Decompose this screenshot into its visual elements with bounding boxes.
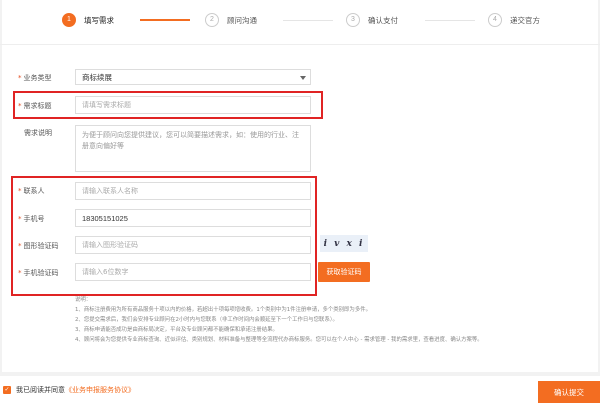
captcha-input[interactable]: 请输入图形验证码 [75, 236, 311, 254]
step-connector [425, 20, 475, 21]
captcha-placeholder: 请输入图形验证码 [82, 241, 138, 249]
step-label: 顾问沟通 [227, 15, 257, 25]
step-label: 递交官方 [510, 15, 540, 25]
note-item: 4、顾问将会为您提供专业商标查询、近似评估、类别规划、材料准备与整理等全流程代办… [75, 337, 483, 343]
captcha-label: * 图形验证码 [18, 242, 59, 250]
contact-label: * 联系人 [18, 187, 45, 195]
progress-stepper: 1 填写需求 2 顾问沟通 3 确认支付 4 递交官方 [0, 0, 600, 44]
step-label: 确认支付 [368, 15, 398, 25]
description-textarea[interactable]: 为便于顾问向您提供建议，您可以简要描述需求，如：使用的行业、注册意向偏好等 [75, 125, 311, 172]
title-label: * 需求标题 [18, 102, 52, 110]
notes-heading: 说明： [75, 297, 92, 303]
title-placeholder: 请填写需求标题 [82, 101, 131, 109]
step-2: 2 顾问沟通 [205, 13, 257, 27]
phone-input[interactable]: 18305151025 [75, 209, 311, 227]
step-connector [283, 20, 333, 21]
title-input[interactable]: 请填写需求标题 [75, 96, 311, 114]
phone-label: * 手机号 [18, 215, 45, 223]
contact-placeholder: 请输入联系人名称 [82, 187, 138, 195]
submit-button[interactable]: 确认提交 [538, 381, 600, 403]
footer-bar: ✓ 我已阅读并同意《业务申报服务协议》 确认提交 [0, 376, 600, 405]
notes: 说明： 1、商标注册费用为所有商品服务十项以内的价格，若超出十项每项增收费。1个… [75, 295, 595, 345]
step-number: 3 [346, 13, 360, 27]
sms-input[interactable]: 请输入6位数字 [75, 263, 311, 281]
note-item: 2、您提交需求后，我们会安排专业顾问在2小时内与您联系（非工作时间内会顺延至下一… [75, 317, 338, 323]
agreement-link[interactable]: 《业务申报服务协议》 [65, 386, 135, 394]
sms-label: * 手机验证码 [18, 269, 59, 277]
note-item: 1、商标注册费用为所有商品服务十项以内的价格，若超出十项每项增收费。1个类别中为… [75, 307, 371, 313]
step-label: 填写需求 [84, 15, 114, 25]
business-type-value: 商标续展 [82, 72, 112, 82]
contact-input[interactable]: 请输入联系人名称 [75, 182, 311, 200]
sms-placeholder: 请输入6位数字 [82, 268, 129, 276]
agree-checkbox[interactable]: ✓ [3, 386, 11, 394]
step-1: 1 填写需求 [62, 13, 114, 27]
agree-text: 我已阅读并同意《业务申报服务协议》 [16, 385, 135, 395]
divider [0, 44, 600, 45]
agree-prefix: 我已阅读并同意 [16, 386, 65, 394]
step-4: 4 递交官方 [488, 13, 540, 27]
description-label: 需求说明 [24, 129, 52, 137]
get-sms-code-button[interactable]: 获取验证码 [318, 262, 370, 282]
step-number: 4 [488, 13, 502, 27]
step-number: 1 [62, 13, 76, 27]
step-connector [140, 19, 190, 21]
step-3: 3 确认支付 [346, 13, 398, 27]
business-type-label: * 业务类型 [18, 74, 52, 82]
description-placeholder: 为便于顾问向您提供建议，您可以简要描述需求，如：使用的行业、注册意向偏好等 [82, 131, 299, 150]
chevron-down-icon [300, 76, 306, 80]
phone-value: 18305151025 [82, 213, 128, 223]
business-type-select[interactable]: 商标续展 [75, 69, 311, 85]
captcha-image[interactable]: i v x i [320, 235, 368, 252]
note-item: 3、商标申请能否成功是由商标局决定，平台及专业顾问都不能确保和承诺注册结果。 [75, 327, 278, 333]
step-number: 2 [205, 13, 219, 27]
